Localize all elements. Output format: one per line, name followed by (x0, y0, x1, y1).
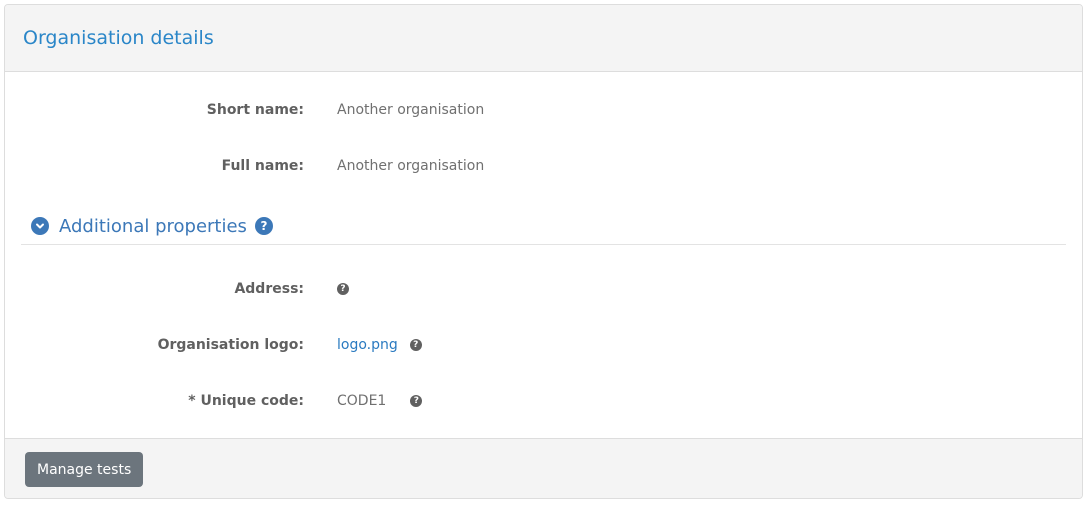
address-row: Address: ? (5, 277, 1082, 301)
organisation-details-panel: Organisation details Short name: Another… (4, 4, 1083, 499)
logo-link[interactable]: logo.png (337, 337, 398, 353)
logo-value: logo.png ? (337, 337, 422, 353)
unique-code-label: * Unique code: (188, 393, 304, 409)
unique-code-text: CODE1 (337, 393, 387, 409)
additional-properties-section[interactable]: Additional properties ? (21, 208, 1066, 245)
address-label: Address: (234, 281, 304, 297)
logo-label: Organisation logo: (157, 337, 304, 353)
chevron-down-circle-icon[interactable] (31, 217, 49, 235)
logo-help-icon[interactable]: ? (409, 339, 422, 351)
panel-footer: Manage tests (5, 438, 1082, 498)
unique-code-row: * Unique code: CODE1 ? (5, 389, 1082, 413)
unique-code-help-icon[interactable]: ? (410, 395, 423, 407)
question-circle-icon[interactable]: ? (254, 217, 273, 235)
unique-code-value: CODE1 ? (337, 393, 423, 409)
panel-header: Organisation details (5, 5, 1082, 72)
panel-title: Organisation details (23, 27, 214, 49)
manage-tests-button[interactable]: Manage tests (25, 452, 144, 487)
full-name-row: Full name: Another organisation (5, 154, 1082, 178)
panel-body: Short name: Another organisation Full na… (5, 72, 1082, 440)
logo-row: Organisation logo: logo.png ? (5, 333, 1082, 357)
short-name-value: Another organisation (337, 102, 485, 118)
short-name-row: Short name: Another organisation (5, 98, 1082, 122)
short-name-label: Short name: (206, 102, 304, 118)
full-name-label: Full name: (221, 158, 304, 174)
additional-properties-title[interactable]: Additional properties (59, 216, 247, 237)
address-value: ? (337, 283, 349, 295)
address-help-icon[interactable]: ? (337, 283, 349, 295)
full-name-value: Another organisation (337, 158, 485, 174)
